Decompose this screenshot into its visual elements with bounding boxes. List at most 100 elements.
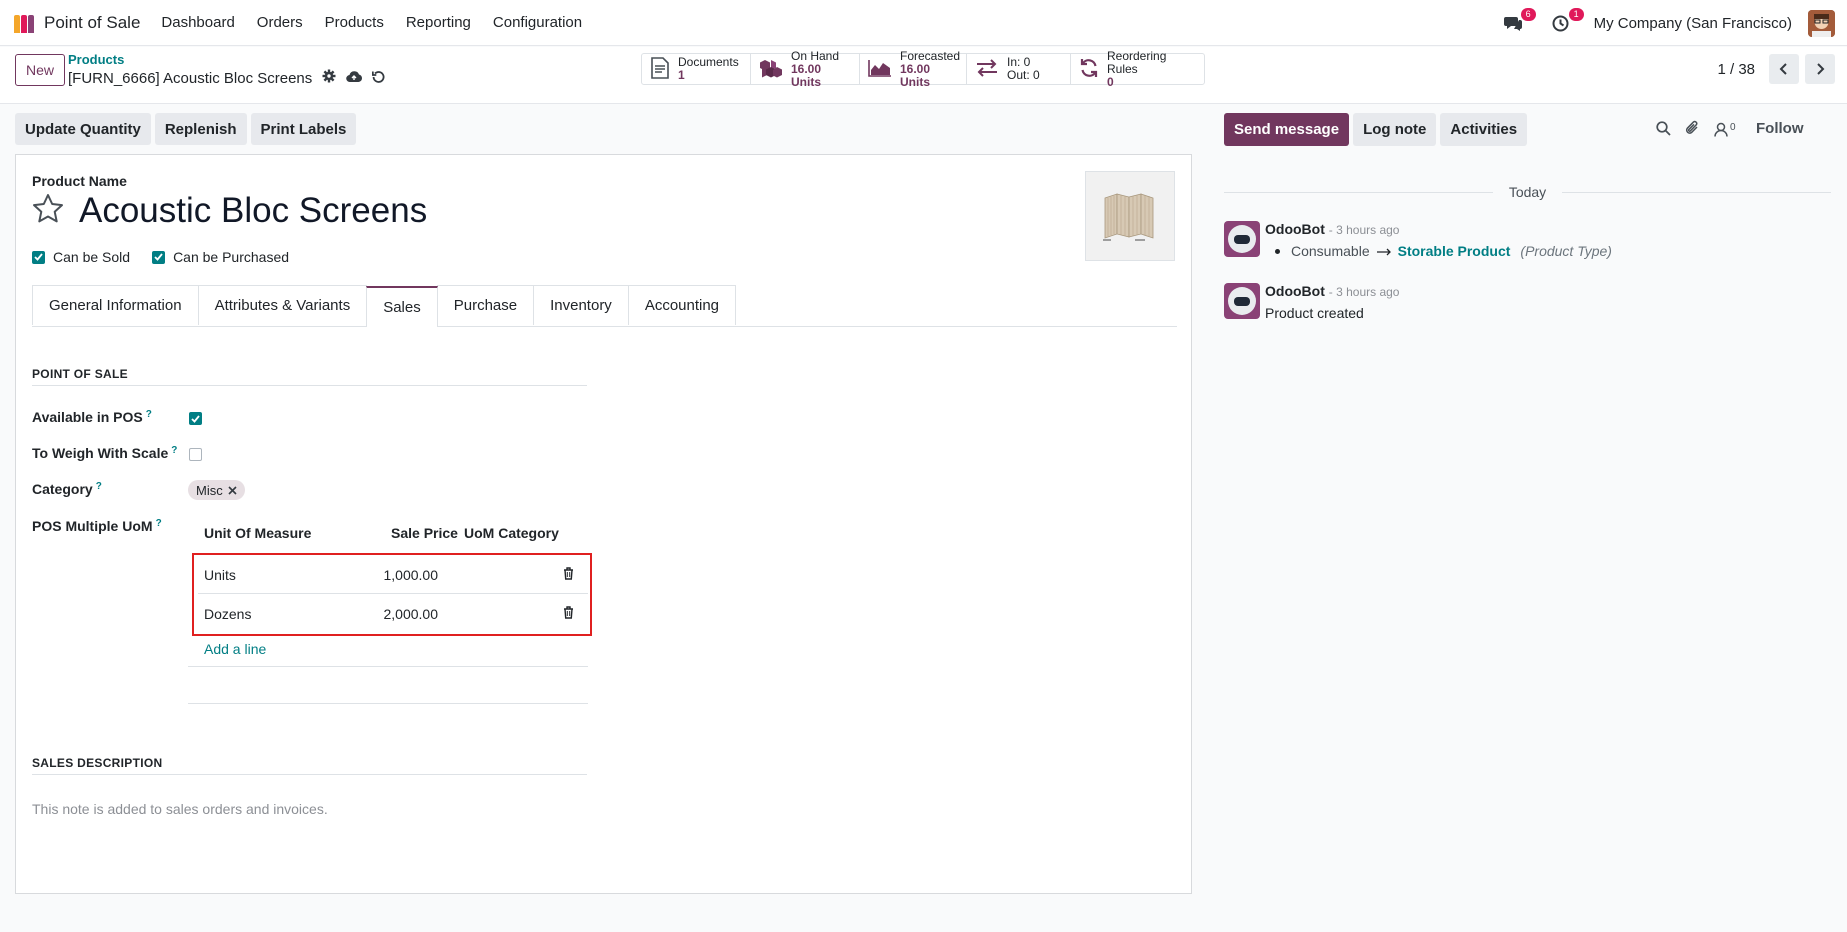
message-body: Product created [1265,305,1364,321]
menu-configuration[interactable]: Configuration [482,14,593,31]
save-cloud-icon[interactable] [346,70,363,87]
close-icon[interactable] [228,483,237,498]
search-icon[interactable] [1656,120,1671,139]
documents-smart-button[interactable]: Documents 1 [642,54,751,84]
on-hand-label: On Hand [791,48,840,63]
can-be-purchased-label: Can be Purchased [173,249,290,265]
form-sheet: Product Name Acoustic Bloc Screens Can b… [15,154,1192,894]
control-panel: New Products [FURN_6666] Acoustic Bloc S… [0,47,1847,104]
documents-value: 1 [678,68,685,82]
new-button[interactable]: New [15,54,66,86]
uom-table-header: Unit Of Measure Sale Price UoM Category [188,525,588,541]
can-be-sold-checkbox[interactable]: Can be Sold [32,249,130,265]
menu-orders[interactable]: Orders [246,14,314,31]
category-label: Category? [32,481,102,497]
notebook-tabs: General Information Attributes & Variant… [32,285,1177,327]
column-sale-price[interactable]: Sale Price [391,525,458,541]
top-navbar: Point of Sale Dashboard Orders Products … [0,0,1847,46]
tab-accounting[interactable]: Accounting [627,285,737,325]
followers-button[interactable]: 0 [1714,122,1736,137]
user-avatar[interactable] [1808,9,1835,37]
update-quantity-button[interactable]: Update Quantity [15,113,151,145]
area-chart-icon [868,59,892,80]
company-switcher[interactable]: My Company (San Francisco) [1594,15,1792,32]
on-hand-value: 16.00 Units [791,61,822,89]
available-in-pos-checkbox[interactable] [189,412,202,425]
help-tooltip-icon[interactable]: ? [96,481,102,497]
add-a-line-link[interactable]: Add a line [204,641,266,657]
date-separator-label: Today [1508,184,1547,200]
reordering-rules-smart-button[interactable]: Reordering Rules 0 [1071,49,1204,88]
odoobot-avatar[interactable] [1224,283,1260,319]
send-message-button[interactable]: Send message [1224,113,1350,146]
to-weigh-label: To Weigh With Scale? [32,445,177,461]
message-author[interactable]: OdooBot [1265,221,1325,237]
reordering-rules-label: Reordering Rules [1107,48,1167,76]
on-hand-smart-button[interactable]: On Hand 16.00 Units [751,49,860,88]
product-image[interactable] [1085,171,1175,261]
tab-purchase[interactable]: Purchase [436,285,535,325]
main-menu: Dashboard Orders Products Reporting Conf… [150,14,593,31]
pager-previous-button[interactable] [1769,54,1799,84]
tab-attributes-variants[interactable]: Attributes & Variants [197,285,368,325]
uom-cell-price[interactable]: 1,000.00 [338,567,439,583]
discard-undo-icon[interactable] [372,70,385,87]
pos-app-icon[interactable] [14,13,36,33]
message-author[interactable]: OdooBot [1265,283,1325,299]
table-row[interactable]: Dozens 2,000.00 [198,595,588,632]
tracking-old-value: Consumable [1291,243,1370,259]
paperclip-icon[interactable] [1685,120,1700,139]
messages-badge: 6 [1520,8,1536,21]
favorite-star-icon[interactable] [32,193,64,227]
pager: 1 / 38 [1717,54,1835,84]
trash-icon[interactable] [563,567,574,583]
menu-reporting[interactable]: Reporting [395,14,482,31]
help-tooltip-icon[interactable]: ? [171,445,177,461]
tracking-new-value: Storable Product [1397,243,1511,259]
print-labels-button[interactable]: Print Labels [250,113,357,145]
forecasted-label: Forecasted [900,48,961,63]
tab-general-information[interactable]: General Information [32,285,199,325]
log-note-button[interactable]: Log note [1353,113,1437,146]
help-tooltip-icon[interactable]: ? [146,409,152,425]
pos-multiple-uom-label: POS Multiple UoM? [32,518,162,534]
uom-cell-unit[interactable]: Units [198,567,338,583]
tracking-value: Consumable Storable Product (Product Typ… [1265,243,1825,259]
activities-clock-icon[interactable]: 1 [1550,8,1584,34]
tab-inventory[interactable]: Inventory [533,285,629,325]
tab-sales[interactable]: Sales [366,286,438,327]
activities-button[interactable]: Activities [1440,113,1528,146]
forecasted-smart-button[interactable]: Forecasted 16.00 Units [860,49,967,88]
replenish-button[interactable]: Replenish [154,113,247,145]
activities-badge: 1 [1568,8,1584,21]
pager-next-button[interactable] [1805,54,1835,84]
sales-description-field[interactable]: This note is added to sales orders and i… [32,801,328,817]
checkbox-checked-icon [152,250,166,264]
exchange-icon [975,58,999,80]
follow-button[interactable]: Follow [1756,120,1804,137]
pager-value[interactable]: 1 / 38 [1717,61,1755,78]
product-name-field[interactable]: Acoustic Bloc Screens [79,191,427,231]
trash-icon[interactable] [563,605,574,622]
in-out-smart-button[interactable]: In: 0 Out: 0 [967,54,1071,84]
gear-icon[interactable] [322,69,336,87]
category-tag[interactable]: Misc [188,480,245,500]
followers-count: 0 [1730,122,1736,133]
refresh-icon [1079,58,1099,81]
breadcrumb-products-link[interactable]: Products [68,53,385,67]
column-uom-category[interactable]: UoM Category [464,525,559,541]
menu-dashboard[interactable]: Dashboard [150,14,245,31]
to-weigh-checkbox[interactable] [189,448,202,461]
available-in-pos-text: Available in POS [32,409,143,425]
table-row[interactable]: Units 1,000.00 [198,557,588,594]
column-unit-of-measure[interactable]: Unit Of Measure [188,525,358,541]
uom-cell-unit[interactable]: Dozens [198,606,338,622]
app-name[interactable]: Point of Sale [44,13,140,33]
odoobot-avatar[interactable] [1224,221,1260,257]
messages-icon[interactable]: 6 [1502,8,1536,34]
uom-cell-price[interactable]: 2,000.00 [338,606,439,622]
menu-products[interactable]: Products [314,14,395,31]
can-be-purchased-checkbox[interactable]: Can be Purchased [152,249,289,265]
user-lock-icon [1714,122,1728,137]
help-tooltip-icon[interactable]: ? [156,518,162,534]
